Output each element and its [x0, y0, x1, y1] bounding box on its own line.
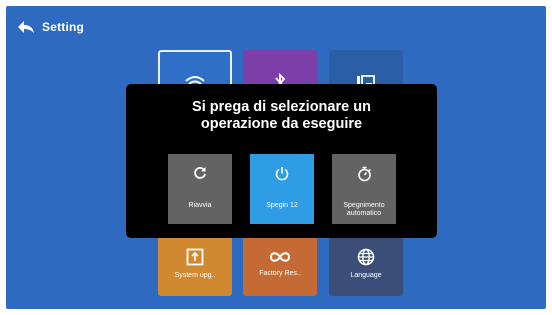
factory-reset-tile[interactable]: Factory Res.. [243, 230, 317, 296]
restart-label: Riavvia [188, 202, 212, 209]
auto-shutdown-label: Spegnimento automatico [343, 202, 385, 217]
factory-reset-label: Factory Res.. [259, 269, 301, 277]
system-update-tile[interactable]: System upg.. [158, 230, 232, 296]
dialog-title: Si prega di selezionare un operazione da… [126, 99, 437, 133]
shutdown-label: Spegin 12 [266, 202, 298, 209]
dialog-title-line-1: Si prega di selezionare un [192, 99, 371, 115]
settings-screen: Setting System upg.. Factory Res.. Langu… [6, 6, 546, 309]
globe-icon [357, 248, 375, 266]
shutdown-option[interactable]: Spegin 12 [250, 154, 314, 224]
top-bar: Setting [18, 20, 84, 34]
language-label: Language [350, 271, 382, 279]
factory-reset-icon [269, 250, 291, 264]
restart-option[interactable]: Riavvia [168, 154, 232, 224]
system-update-icon [186, 248, 204, 266]
dialog-title-line-2: operazione da eseguire [200, 116, 363, 132]
restart-icon [168, 166, 232, 180]
page-title: Setting [42, 20, 85, 34]
auto-shutdown-option[interactable]: Spegnimento automatico [332, 154, 396, 224]
power-icon [250, 166, 314, 181]
system-update-label: System upg.. [174, 271, 216, 279]
power-options-dialog: Si prega di selezionare un operazione da… [126, 84, 437, 238]
timer-icon [332, 166, 396, 182]
language-tile[interactable]: Language [329, 230, 403, 296]
back-arrow-icon[interactable] [18, 21, 34, 33]
